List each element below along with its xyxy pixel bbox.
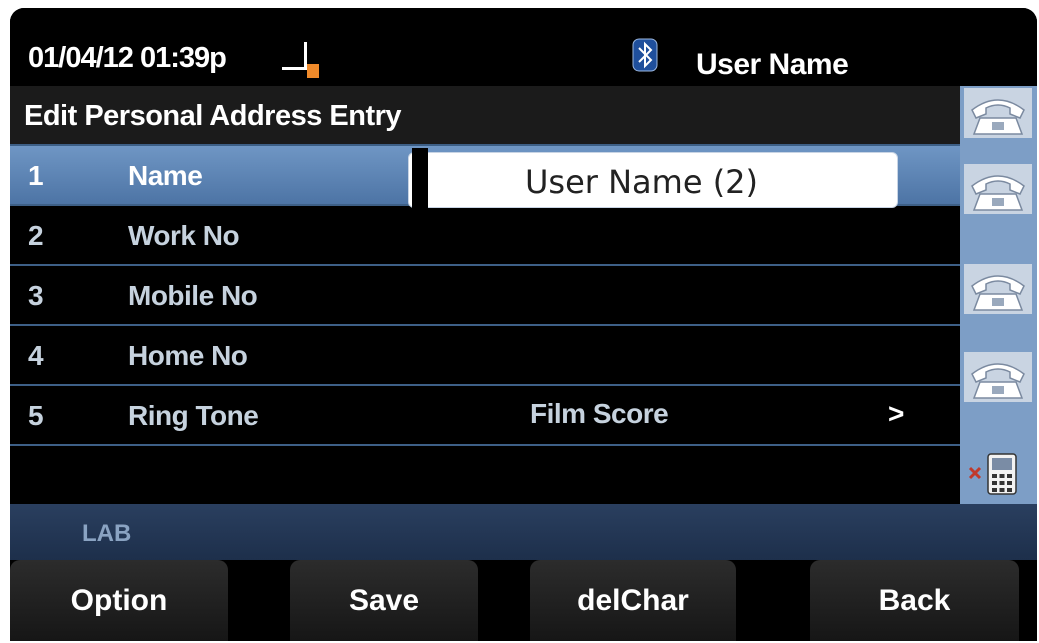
row-number: 1: [28, 160, 44, 191]
text-cursor: [412, 148, 428, 214]
line-status-icon: [282, 42, 326, 80]
name-input[interactable]: User Name (2): [408, 152, 898, 208]
entry-row-work-no[interactable]: 2 Work No: [10, 206, 960, 266]
softkey-bar: Option Save delChar Back: [10, 560, 1037, 641]
option-softkey[interactable]: Option: [10, 560, 228, 641]
ring-tone-value: Film Score: [530, 398, 669, 429]
phone-screen: 01/04/12 01:39p User Name Edit Personal …: [10, 8, 1037, 641]
row-number: 3: [28, 280, 44, 311]
line-label-bar: LAB: [10, 504, 1037, 560]
status-bar: 01/04/12 01:39p User Name: [10, 8, 1037, 86]
entry-row-ring-tone[interactable]: 5 Ring Tone Film Score >: [10, 386, 960, 446]
entry-row-name[interactable]: 1 Name User Name (2): [10, 146, 960, 214]
line-key-1[interactable]: [964, 88, 1032, 138]
phone-handset-icon: [964, 164, 1032, 214]
page-title-bar: Edit Personal Address Entry: [10, 86, 960, 146]
phone-handset-icon: [964, 264, 1032, 314]
row-number: 5: [28, 400, 44, 431]
address-entry-panel: Edit Personal Address Entry 1 Name User …: [10, 86, 960, 506]
entry-row-home-no[interactable]: 4 Home No: [10, 326, 960, 386]
row-label: Name: [128, 160, 203, 191]
user-name: User Name: [696, 48, 849, 81]
chevron-right-icon[interactable]: >: [888, 398, 904, 430]
row-label: Work No: [128, 220, 240, 251]
line-key-2[interactable]: [964, 164, 1032, 214]
entry-row-mobile-no[interactable]: 3 Mobile No: [10, 266, 960, 326]
phone-handset-icon: [964, 352, 1032, 402]
phone-handset-icon: [964, 88, 1032, 138]
line-key-sidebar: [960, 86, 1037, 504]
bluetooth-icon: [632, 38, 658, 72]
missed-call-icon[interactable]: [964, 450, 1032, 500]
page-title: Edit Personal Address Entry: [24, 100, 402, 132]
row-number: 2: [28, 220, 44, 251]
back-softkey[interactable]: Back: [810, 560, 1019, 641]
row-label: Ring Tone: [128, 400, 259, 431]
line-key-3[interactable]: [964, 264, 1032, 314]
row-number: 4: [28, 340, 44, 371]
row-label: Mobile No: [128, 280, 258, 311]
line-key-4[interactable]: [964, 352, 1032, 402]
datetime: 01/04/12 01:39p: [28, 42, 227, 74]
row-label: Home No: [128, 340, 248, 371]
line-label: LAB: [82, 520, 132, 547]
save-softkey[interactable]: Save: [290, 560, 478, 641]
name-input-value: User Name (2): [525, 163, 759, 201]
delchar-softkey[interactable]: delChar: [530, 560, 736, 641]
